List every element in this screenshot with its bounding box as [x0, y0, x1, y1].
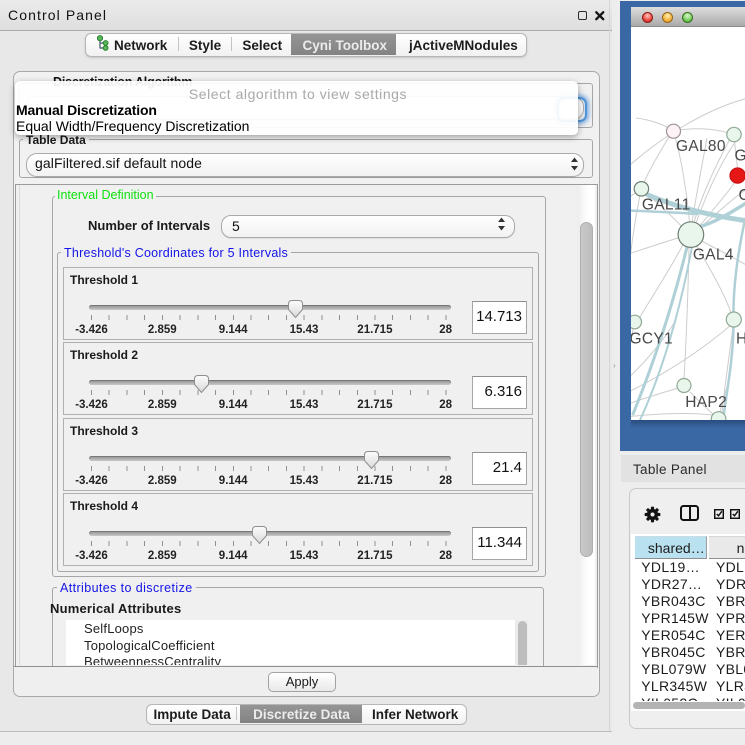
svg-text:GAL4: GAL4: [693, 247, 734, 264]
svg-text:GCY1: GCY1: [631, 331, 673, 348]
svg-text:HAP2: HAP2: [685, 394, 727, 411]
svg-text:GAL80: GAL80: [676, 138, 726, 155]
svg-text:GAL11: GAL11: [642, 197, 691, 214]
svg-text:GA: GA: [735, 148, 745, 165]
svg-text:C: C: [739, 187, 745, 204]
svg-text:H: H: [736, 331, 745, 348]
